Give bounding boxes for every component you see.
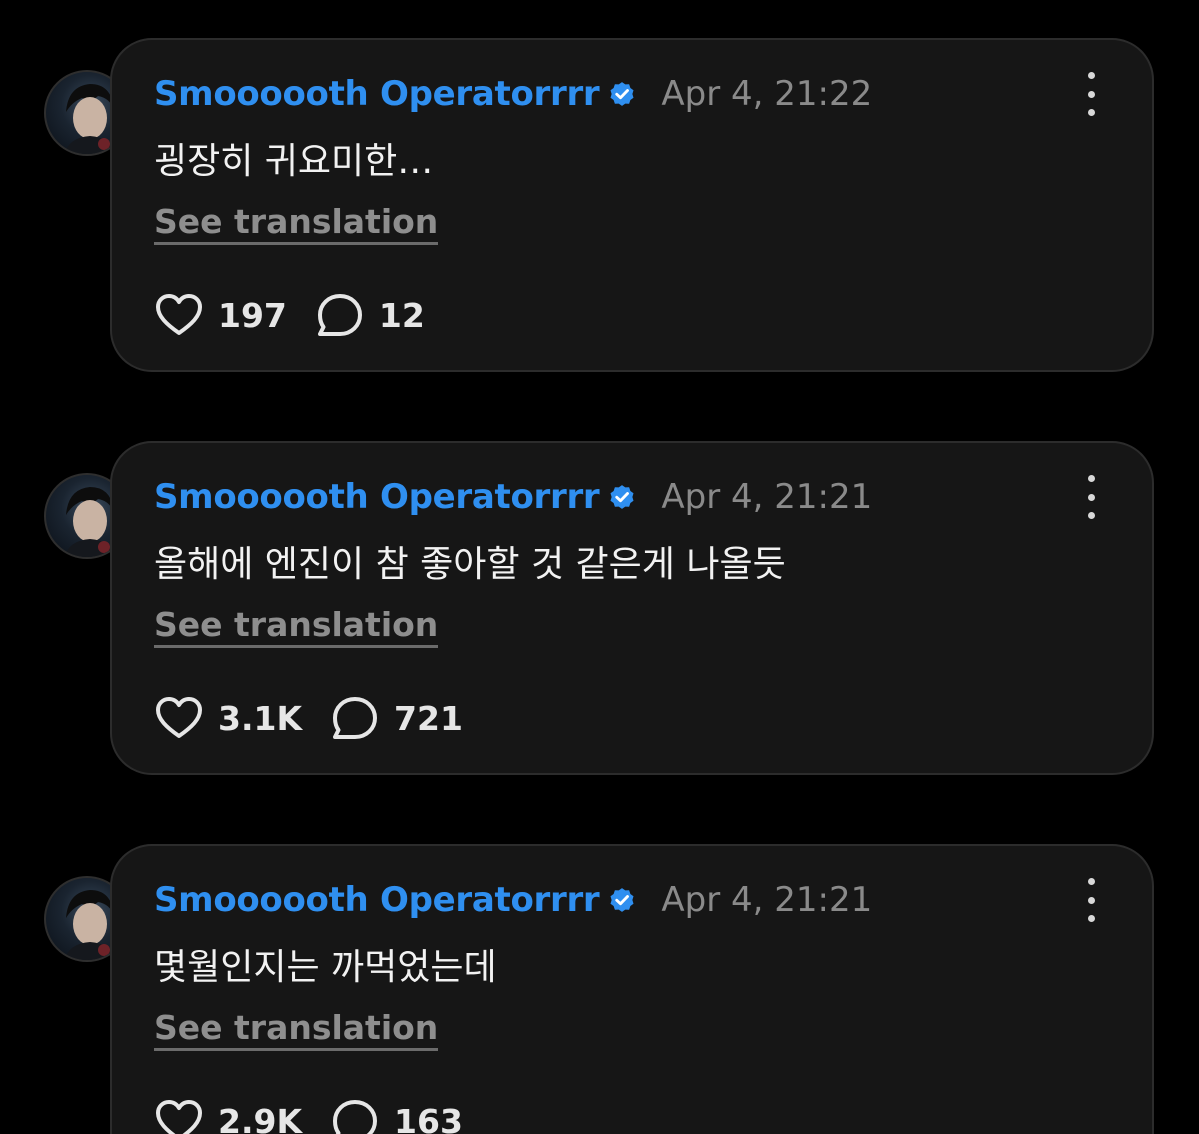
action-bar: 2.9K 163 [154,1096,491,1134]
heart-icon [156,1100,202,1134]
comment-post: Smoooooth Operatorrrr Apr 4, 21:21 몇월인지는… [0,844,1199,1134]
action-bar: 3.1K 721 [154,693,491,743]
like-count: 2.9K [218,1101,303,1134]
comment-text: 올해에 엔진이 참 좋아할 것 같은게 나올듯 [154,544,786,585]
timestamp: Apr 4, 21:22 [661,74,873,114]
comment-header: Smoooooth Operatorrrr Apr 4, 21:21 [154,876,872,924]
like-count: 197 [218,295,287,335]
comment-bubble-icon [333,1100,378,1134]
reply-count: 163 [394,1101,463,1134]
see-translation-link[interactable]: See translation [154,202,439,245]
username-link[interactable]: Smoooooth Operatorrrr [154,74,600,114]
more-options-icon[interactable] [1074,72,1108,116]
comment-bubble-icon [333,697,378,739]
heart-icon [156,697,202,738]
reply-button[interactable]: 163 [330,1097,463,1134]
more-options-icon[interactable] [1074,475,1108,519]
timestamp: Apr 4, 21:21 [661,477,873,517]
comment-bubble-icon [317,294,362,336]
like-button[interactable]: 2.9K [154,1097,302,1134]
reply-button[interactable]: 12 [315,291,425,339]
reply-button[interactable]: 721 [330,694,463,742]
reply-count: 721 [394,698,463,738]
comment-header: Smoooooth Operatorrrr Apr 4, 21:21 [154,473,872,521]
see-translation-link[interactable]: See translation [154,1008,439,1051]
timestamp: Apr 4, 21:21 [661,880,873,920]
username-link[interactable]: Smoooooth Operatorrrr [154,880,600,920]
username-link[interactable]: Smoooooth Operatorrrr [154,477,600,517]
see-translation-link[interactable]: See translation [154,605,439,648]
like-button[interactable]: 197 [154,291,287,339]
reply-count: 12 [378,295,425,335]
comment-text: 굉장히 귀요미한… [154,141,434,182]
action-bar: 197 12 [154,290,453,340]
verified-badge-icon [610,82,634,106]
comment-post: Smoooooth Operatorrrr Apr 4, 21:22 굉장히 귀… [0,38,1199,378]
comment-feed: Smoooooth Operatorrrr Apr 4, 21:22 굉장히 귀… [0,0,1199,1134]
more-options-icon[interactable] [1074,878,1108,922]
comment-post: Smoooooth Operatorrrr Apr 4, 21:21 올해에 엔… [0,441,1199,781]
comment-header: Smoooooth Operatorrrr Apr 4, 21:22 [154,70,872,118]
like-button[interactable]: 3.1K [154,694,302,742]
like-count: 3.1K [218,698,303,738]
heart-icon [156,294,202,335]
comment-text: 몇월인지는 까먹었는데 [154,947,497,988]
verified-badge-icon [610,485,634,509]
verified-badge-icon [610,888,634,912]
